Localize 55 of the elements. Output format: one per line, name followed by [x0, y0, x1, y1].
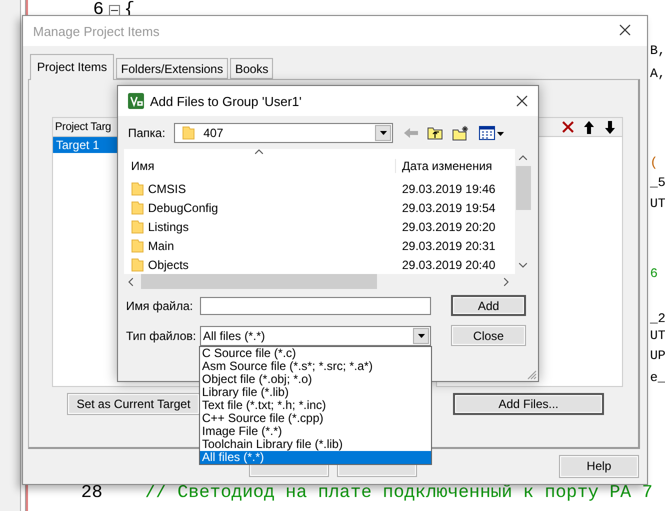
folder-icon [131, 258, 144, 272]
resize-grip-icon[interactable] [527, 370, 537, 380]
folder-icon [131, 238, 144, 252]
code-fragment: ( [650, 155, 658, 171]
folder-label: Папка: [128, 126, 166, 140]
file-row[interactable]: CMSIS 29.03.2019 19:46 [124, 179, 515, 198]
line-number: 28 [81, 483, 103, 503]
file-type-label: Тип файлов: [126, 328, 198, 342]
file-row[interactable]: Objects 29.03.2019 20:40 [124, 255, 515, 274]
code-fragment: B, [650, 43, 665, 59]
dropdown-icon[interactable] [413, 328, 429, 344]
code-fragment: UT [650, 196, 665, 212]
file-type-combo[interactable]: All files (*.*) [200, 326, 431, 346]
scroll-right-icon[interactable] [504, 278, 509, 286]
app-icon [128, 93, 144, 109]
folder-icon [182, 126, 196, 140]
folder-icon [131, 200, 144, 214]
collapse-icon[interactable] [109, 5, 120, 16]
folder-icon [131, 182, 144, 196]
window-title: Manage Project Items [33, 24, 160, 38]
scroll-down-icon[interactable] [519, 263, 527, 268]
dropdown-icon[interactable] [375, 125, 392, 141]
code-fragment: _2 [650, 311, 665, 327]
code-fragment: UP [650, 348, 665, 364]
scroll-left-icon[interactable] [128, 278, 133, 286]
scroll-up-icon[interactable] [519, 155, 527, 160]
filename-label: Имя файла: [126, 298, 194, 312]
close-icon[interactable] [516, 95, 528, 107]
filename-field[interactable] [200, 296, 431, 314]
code-fragment: UT [650, 328, 665, 344]
add-files-button[interactable]: Add Files... [453, 393, 604, 415]
new-folder-icon[interactable] [452, 125, 470, 141]
view-menu-icon[interactable] [479, 126, 506, 140]
tab[interactable]: Folders/Extensions [116, 58, 228, 79]
line-number: 6 [93, 0, 104, 20]
close-button[interactable]: Close [451, 325, 526, 346]
help-button[interactable]: Help [559, 454, 639, 478]
folder-icon [131, 220, 144, 234]
folder-combo[interactable]: 407 [174, 123, 394, 143]
code-fragment: 6 [650, 266, 658, 282]
close-icon[interactable] [619, 24, 631, 36]
column-header[interactable]: Имя [124, 159, 395, 173]
dialog-title: Add Files to Group 'User1' [150, 94, 303, 108]
sort-caret-icon [255, 149, 263, 154]
code-fragment: _5 [650, 175, 665, 191]
code-fragment: A, [650, 66, 665, 82]
file-row[interactable]: DebugConfig 29.03.2019 19:54 [124, 198, 515, 217]
tab[interactable]: Project Items [30, 54, 114, 80]
file-row[interactable]: Listings 29.03.2019 20:20 [124, 217, 515, 236]
add-button[interactable]: Add [451, 295, 526, 316]
tab[interactable]: Books [230, 58, 274, 79]
set-current-target-button[interactable]: Set as Current Target [67, 393, 200, 415]
dropdown-option[interactable]: All files (*.*) [200, 451, 431, 464]
folder-up-icon[interactable] [427, 126, 444, 140]
file-row[interactable]: Main 29.03.2019 20:31 [124, 236, 515, 255]
